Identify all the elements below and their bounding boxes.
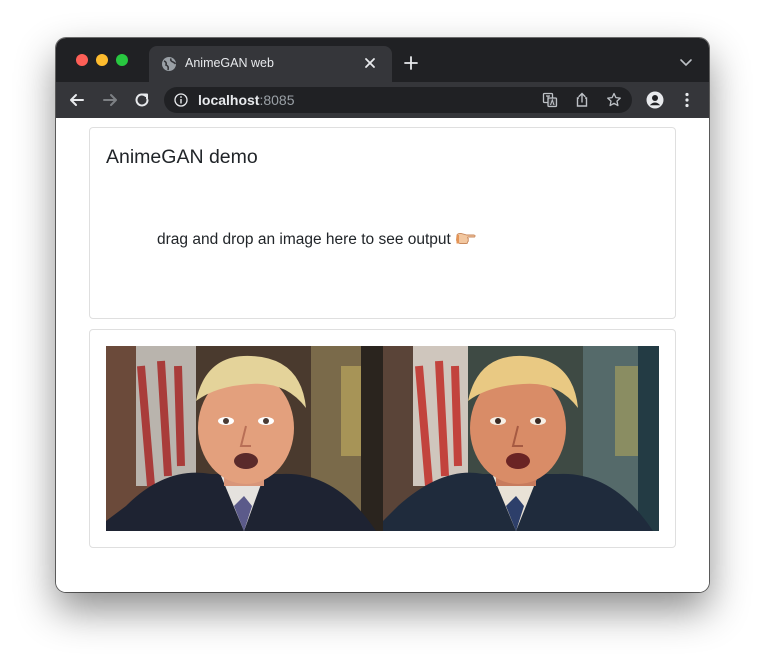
bookmark-star-icon[interactable] bbox=[606, 92, 622, 108]
browser-toolbar: localhost:8085 bbox=[56, 82, 709, 118]
site-info-icon[interactable] bbox=[174, 93, 188, 107]
zoom-window-button[interactable] bbox=[116, 54, 128, 66]
dropzone-label: drag and drop an image here to see outpu… bbox=[157, 231, 477, 249]
reload-icon[interactable] bbox=[133, 91, 151, 109]
url-port: :8085 bbox=[259, 92, 295, 108]
tab-search-chevron-icon[interactable] bbox=[679, 57, 693, 67]
translate-icon[interactable] bbox=[542, 92, 558, 108]
share-icon[interactable] bbox=[574, 92, 590, 108]
page-content: AnimeGAN demo drag and drop an image her… bbox=[56, 118, 709, 592]
tab-title: AnimeGAN web bbox=[185, 56, 274, 70]
close-tab-icon[interactable] bbox=[363, 56, 377, 70]
close-window-button[interactable] bbox=[76, 54, 88, 66]
anime-output-photo bbox=[383, 346, 659, 531]
page-title: AnimeGAN demo bbox=[106, 146, 258, 168]
profile-avatar-icon[interactable] bbox=[646, 91, 664, 109]
url-text[interactable]: localhost:8085 bbox=[198, 92, 295, 108]
address-bar[interactable]: localhost:8085 bbox=[164, 87, 632, 113]
globe-icon bbox=[162, 57, 177, 71]
image-dropzone[interactable]: drag and drop an image here to see outpu… bbox=[106, 200, 658, 280]
browser-window: AnimeGAN web localhost:8085 AnimeGAN dem… bbox=[56, 38, 709, 592]
input-photo bbox=[106, 346, 383, 531]
forward-arrow-icon[interactable] bbox=[101, 91, 119, 109]
tab-bar: AnimeGAN web bbox=[56, 38, 709, 82]
upload-card: AnimeGAN demo drag and drop an image her… bbox=[89, 127, 676, 319]
new-tab-icon[interactable] bbox=[403, 55, 419, 71]
pointing-hand-icon bbox=[455, 232, 476, 244]
tab-animegan-web[interactable]: AnimeGAN web bbox=[149, 46, 392, 82]
result-card bbox=[89, 329, 676, 548]
more-menu-icon[interactable] bbox=[678, 91, 696, 109]
minimize-window-button[interactable] bbox=[96, 54, 108, 66]
back-arrow-icon[interactable] bbox=[68, 91, 86, 109]
dropzone-text: drag and drop an image here to see outpu… bbox=[157, 231, 451, 248]
url-host: localhost bbox=[198, 92, 260, 108]
